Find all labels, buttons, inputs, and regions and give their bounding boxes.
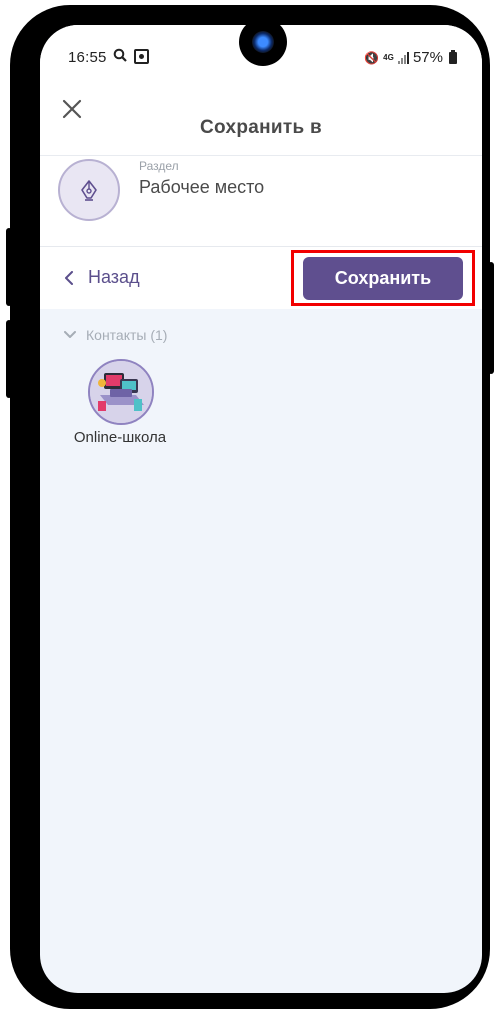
page-title: Сохранить в (200, 117, 322, 138)
phone-frame: 16:55 🔇 4G 57% Сохранить в Раздел Рабоче… (10, 5, 490, 1009)
pen-nib-icon (81, 180, 97, 201)
contact-avatar (88, 359, 154, 425)
section-row[interactable]: Раздел Рабочее место (40, 156, 482, 247)
screen: 16:55 🔇 4G 57% Сохранить в Раздел Рабоче… (40, 25, 482, 993)
save-button[interactable]: Сохранить (303, 257, 463, 300)
action-bar: Назад Сохранить (40, 247, 482, 309)
back-button[interactable]: Назад (64, 267, 140, 288)
signal-icon (397, 51, 409, 64)
contact-name: Online-школа (73, 429, 167, 446)
search-icon (113, 48, 127, 62)
network-type: 4G (383, 53, 394, 62)
contacts-group-label: Контакты (1) (86, 327, 168, 343)
status-indicators: 🔇 4G 57% (364, 49, 457, 66)
section-name: Рабочее место (139, 177, 265, 197)
back-label: Назад (88, 267, 140, 287)
section-avatar (58, 159, 120, 221)
chevron-left-icon (65, 270, 73, 285)
chevron-down-icon (64, 331, 76, 338)
mute-icon: 🔇 (364, 50, 379, 65)
media-notification-icon (134, 49, 149, 64)
front-camera (239, 18, 287, 66)
contacts-group-header[interactable]: Контакты (1) (64, 327, 167, 343)
online-school-logo (90, 361, 152, 423)
battery-percent: 57% (412, 49, 443, 66)
app-header: Сохранить в (40, 87, 482, 156)
section-caption: Раздел (139, 159, 179, 173)
battery-icon (449, 49, 457, 64)
status-time: 16:55 (68, 49, 107, 66)
